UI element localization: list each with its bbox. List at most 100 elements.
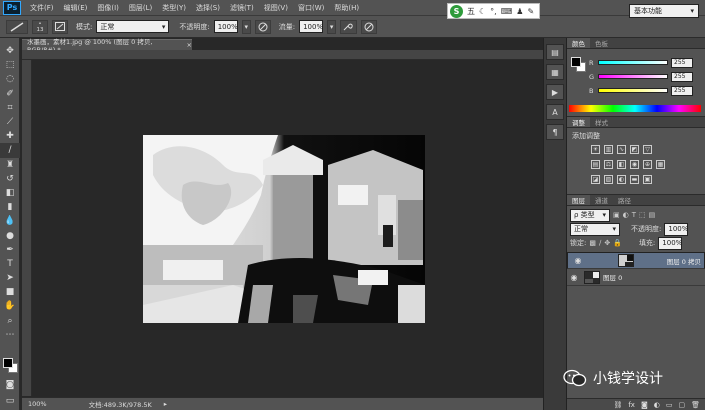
color-spectrum-bar[interactable] <box>569 105 701 112</box>
toggle-brush-panel-button[interactable] <box>52 19 68 34</box>
move-tool-icon[interactable]: ✥ <box>0 44 20 58</box>
blur-tool-icon[interactable]: 💧 <box>0 214 20 228</box>
color-lookup-icon[interactable]: ▦ <box>656 160 665 169</box>
red-channel-value[interactable]: 255 <box>671 57 693 68</box>
menu-type[interactable]: 类型(Y) <box>157 3 191 13</box>
red-channel-slider[interactable] <box>598 60 668 65</box>
keyboard-icon[interactable]: ⌨ <box>501 7 513 16</box>
flow-input[interactable]: 100% <box>299 20 323 33</box>
zoom-level[interactable]: 100% <box>28 400 47 408</box>
screen-mode-icon[interactable]: ▭ <box>0 394 20 408</box>
tab-layers[interactable]: 图层 <box>567 195 590 205</box>
eyedropper-tool-icon[interactable]: ⟋ <box>0 115 20 129</box>
pressure-size-button[interactable] <box>361 19 378 34</box>
blue-channel-value[interactable]: 255 <box>671 85 693 96</box>
green-channel-value[interactable]: 255 <box>671 71 693 82</box>
pen-tool-icon[interactable]: ✒ <box>0 243 20 257</box>
new-adjustment-layer-icon[interactable]: ◐ <box>654 401 660 409</box>
link-layers-icon[interactable]: ⛓ <box>613 401 622 409</box>
tab-paths[interactable]: 路径 <box>613 195 636 205</box>
clone-stamp-tool-icon[interactable]: ♜ <box>0 158 20 172</box>
horizontal-ruler[interactable] <box>22 50 543 60</box>
close-tab-icon[interactable]: × <box>187 41 192 49</box>
crop-tool-icon[interactable]: ⌗ <box>0 101 20 115</box>
gradient-map-icon[interactable]: ▬ <box>630 175 639 184</box>
menu-window[interactable]: 窗口(W) <box>293 3 329 13</box>
healing-brush-tool-icon[interactable]: ✚ <box>0 129 20 143</box>
color-panel-swatches[interactable] <box>571 57 587 73</box>
tab-color[interactable]: 颜色 <box>567 38 590 48</box>
document-tab[interactable]: 水墨画，素材1.jpg @ 100% (图层 0 拷贝, RGB/8#) * × <box>22 38 192 54</box>
hue-saturation-icon[interactable]: ▤ <box>591 160 600 169</box>
new-group-icon[interactable]: ▭ <box>666 401 673 409</box>
character-panel-icon[interactable]: A <box>546 104 564 120</box>
add-mask-icon[interactable]: ◙ <box>641 401 648 409</box>
brush-preset-picker[interactable] <box>6 19 28 34</box>
layer-row-base[interactable]: ◉ 图层 0 <box>567 269 705 286</box>
layer-opacity-input[interactable]: 100% <box>664 222 688 236</box>
black-white-icon[interactable]: ◧ <box>617 160 626 169</box>
user-icon[interactable]: ♟ <box>516 7 523 16</box>
airbrush-button[interactable] <box>340 19 358 34</box>
tab-styles[interactable]: 样式 <box>590 117 613 127</box>
dodge-tool-icon[interactable]: ● <box>0 228 20 242</box>
brush-tool-icon[interactable]: ∕ <box>0 143 20 158</box>
brightness-contrast-icon[interactable]: ☀ <box>591 145 600 154</box>
foreground-color-swatch[interactable] <box>3 358 13 368</box>
delete-layer-icon[interactable]: 🗑 <box>691 401 700 409</box>
foreground-color-swatch[interactable] <box>571 57 581 67</box>
type-tool-icon[interactable]: T <box>0 257 20 271</box>
filter-smart-object-icon[interactable]: ▤ <box>649 211 656 219</box>
fill-input[interactable]: 100% <box>658 236 682 250</box>
status-menu-arrow-icon[interactable]: ▸ <box>164 400 167 408</box>
filter-adjustment-icon[interactable]: ◐ <box>623 211 629 219</box>
photo-filter-icon[interactable]: ◉ <box>630 160 639 169</box>
more-tools-icon[interactable]: ⋯ <box>0 328 20 342</box>
menu-filter[interactable]: 滤镜(T) <box>225 3 259 13</box>
blue-channel-slider[interactable] <box>598 88 668 93</box>
vibrance-icon[interactable]: ▽ <box>643 145 652 154</box>
hand-tool-icon[interactable]: ✋ <box>0 299 20 313</box>
gradient-tool-icon[interactable]: ▮ <box>0 200 20 214</box>
actions-panel-icon[interactable]: ▶ <box>546 84 564 100</box>
eraser-tool-icon[interactable]: ◧ <box>0 186 20 200</box>
paragraph-panel-icon[interactable]: ¶ <box>546 124 564 140</box>
moon-icon[interactable]: ☾ <box>479 7 486 16</box>
brush-size-picker[interactable]: • 13 <box>32 19 48 34</box>
tab-swatches[interactable]: 色板 <box>590 38 613 48</box>
ime-mode-label[interactable]: 五 <box>467 6 475 17</box>
invert-icon[interactable]: ◪ <box>591 175 600 184</box>
exposure-icon[interactable]: ◩ <box>630 145 639 154</box>
menu-edit[interactable]: 编辑(E) <box>59 3 93 13</box>
threshold-icon[interactable]: ◐ <box>617 175 626 184</box>
tab-channels[interactable]: 通道 <box>590 195 613 205</box>
lock-pixels-icon[interactable]: ∕ <box>599 239 601 247</box>
history-brush-tool-icon[interactable]: ↺ <box>0 172 20 186</box>
workspace-select[interactable]: 基本功能 ▾ <box>629 4 699 18</box>
rectangle-tool-icon[interactable]: ■ <box>0 285 20 299</box>
path-selection-tool-icon[interactable]: ➤ <box>0 271 20 285</box>
new-layer-icon[interactable]: ▢ <box>678 401 685 409</box>
color-balance-icon[interactable]: ⚖ <box>604 160 613 169</box>
lasso-tool-icon[interactable]: ◌ <box>0 72 20 86</box>
punctuation-icon[interactable]: °, <box>490 7 497 16</box>
menu-view[interactable]: 视图(V) <box>259 3 293 13</box>
filter-pixel-icon[interactable]: ▣ <box>613 211 620 219</box>
properties-panel-icon[interactable]: ▦ <box>546 64 564 80</box>
filter-shape-icon[interactable]: ⬚ <box>639 211 646 219</box>
menu-help[interactable]: 帮助(H) <box>329 3 364 13</box>
layer-style-icon[interactable]: fx <box>628 401 635 409</box>
visibility-eye-icon[interactable]: ◉ <box>571 256 585 265</box>
lock-transparency-icon[interactable]: ▩ <box>589 239 596 247</box>
menu-file[interactable]: 文件(F) <box>25 3 59 13</box>
zoom-tool-icon[interactable]: ⌕ <box>0 314 20 328</box>
channel-mixer-icon[interactable]: ⊕ <box>643 160 652 169</box>
lock-all-icon[interactable]: 🔒 <box>613 239 622 247</box>
tab-adjustments[interactable]: 调整 <box>567 117 590 127</box>
opacity-input[interactable]: 100% <box>213 20 238 33</box>
menu-image[interactable]: 图像(I) <box>92 3 124 13</box>
visibility-eye-icon[interactable]: ◉ <box>567 273 581 282</box>
marquee-tool-icon[interactable]: ⬚ <box>0 58 20 72</box>
levels-icon[interactable]: ▥ <box>604 145 613 154</box>
filter-type-icon[interactable]: T <box>632 211 636 219</box>
